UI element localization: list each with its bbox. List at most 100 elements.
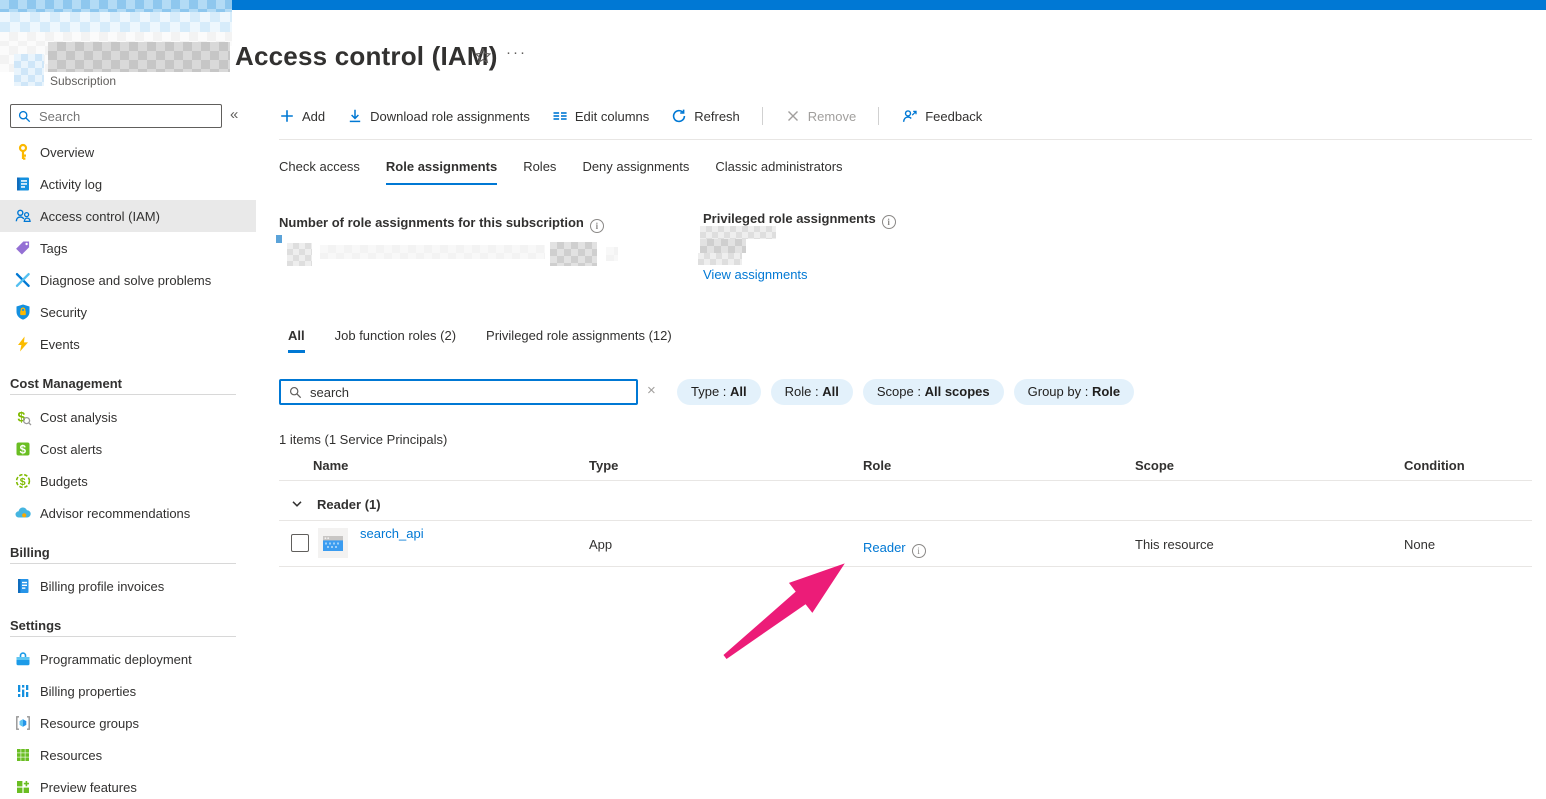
clear-search-icon[interactable]: × (647, 382, 656, 399)
items-count: 1 items (1 Service Principals) (279, 432, 447, 447)
pill-value: All scopes (925, 384, 990, 399)
pill-separator: : (719, 384, 730, 399)
feedback-person-icon (901, 108, 918, 124)
row-role-cell: Reader (863, 540, 926, 558)
subtab-privileged-role-assignments[interactable]: Privileged role assignments (12) (486, 328, 672, 353)
divider (10, 563, 236, 564)
download-role-assignments-button[interactable]: Download role assignments (347, 108, 530, 124)
sidebar-item-label: Tags (40, 241, 67, 256)
redacted-mark (606, 247, 618, 261)
pill-separator: : (811, 384, 822, 399)
sidebar-search-box[interactable] (10, 104, 222, 128)
title-text: Privileged role assignments (703, 211, 876, 226)
redacted-subscription-name (48, 42, 230, 72)
preview-features-icon (14, 778, 32, 796)
sidebar-item-billing-properties[interactable]: Billing properties (0, 675, 256, 707)
svg-text:$: $ (20, 476, 26, 488)
role-link[interactable]: Reader (863, 540, 906, 555)
sidebar-item-label: Access control (IAM) (40, 209, 160, 224)
toolbar-divider (878, 107, 879, 125)
filter-pill-role[interactable]: Role : All (771, 379, 853, 405)
column-header-scope[interactable]: Scope (1135, 458, 1174, 473)
sidebar-item-activity-log[interactable]: Activity log (0, 168, 256, 200)
remove-button[interactable]: Remove (785, 108, 856, 124)
collapse-sidebar-icon[interactable]: « (230, 106, 238, 123)
access-control-icon (14, 207, 32, 225)
sidebar-item-cost-alerts[interactable]: $ Cost alerts (0, 433, 256, 465)
sidebar-item-overview[interactable]: Overview (0, 136, 256, 168)
divider (10, 636, 236, 637)
button-label: Feedback (925, 109, 982, 124)
sidebar-item-advisor-recommendations[interactable]: Advisor recommendations (0, 497, 256, 529)
sidebar-item-diagnose[interactable]: Diagnose and solve problems (0, 264, 256, 296)
info-icon[interactable] (912, 544, 926, 558)
row-condition-cell: None (1404, 537, 1435, 552)
toolbar-divider-line (279, 139, 1532, 140)
filter-pill-scope[interactable]: Scope : All scopes (863, 379, 1004, 405)
sidebar-item-access-control-iam[interactable]: Access control (IAM) (0, 200, 256, 232)
info-icon[interactable] (590, 219, 604, 233)
assignment-search-input[interactable] (308, 384, 636, 401)
pill-value: All (730, 384, 747, 399)
shield-lock-icon (14, 303, 32, 321)
subtab-job-function-roles[interactable]: Job function roles (2) (335, 328, 456, 353)
button-label: Download role assignments (370, 109, 530, 124)
sliders-icon (14, 682, 32, 700)
add-button[interactable]: Add (279, 108, 325, 124)
row-checkbox[interactable] (291, 534, 309, 552)
filter-pill-type[interactable]: Type : All (677, 379, 761, 405)
pill-label: Type (691, 384, 719, 399)
pill-separator: : (914, 384, 925, 399)
more-actions-icon[interactable]: ··· (506, 44, 527, 61)
pill-separator: : (1081, 384, 1092, 399)
button-label: Refresh (694, 109, 740, 124)
sidebar-search-input[interactable] (37, 108, 221, 125)
button-label: Edit columns (575, 109, 649, 124)
principal-name-link[interactable]: search_api (360, 526, 424, 541)
sidebar-item-billing-profile-invoices[interactable]: Billing profile invoices (0, 570, 256, 602)
tab-roles[interactable]: Roles (523, 159, 556, 185)
toolbar-divider (762, 107, 763, 125)
sidebar-item-label: Billing properties (40, 684, 136, 699)
header-divider-line (279, 480, 1532, 481)
redacted-progress-bar (320, 245, 545, 259)
view-assignments-link[interactable]: View assignments (703, 267, 808, 282)
plus-icon (279, 108, 295, 124)
sidebar-item-budgets[interactable]: $ Budgets (0, 465, 256, 497)
sidebar-item-label: Resources (40, 748, 102, 763)
group-row-label[interactable]: Reader (1) (317, 497, 381, 512)
edit-columns-button[interactable]: Edit columns (552, 108, 649, 124)
sidebar-item-programmatic-deployment[interactable]: Programmatic deployment (0, 643, 256, 675)
feedback-button[interactable]: Feedback (901, 108, 982, 124)
sidebar-item-resources[interactable]: Resources (0, 739, 256, 771)
refresh-button[interactable]: Refresh (671, 108, 740, 124)
redacted-subscription-icon (14, 54, 44, 86)
group-collapse-chevron[interactable] (291, 498, 303, 513)
assignment-search-box[interactable] (279, 379, 638, 405)
tab-check-access[interactable]: Check access (279, 159, 360, 185)
sidebar-item-events[interactable]: Events (0, 328, 256, 360)
role-count-title: Number of role assignments for this subs… (279, 215, 604, 233)
sidebar-item-preview-features[interactable]: Preview features (0, 771, 256, 799)
sidebar-item-tags[interactable]: Tags (0, 232, 256, 264)
sidebar-item-security[interactable]: Security (0, 296, 256, 328)
info-icon[interactable] (882, 215, 896, 229)
tab-role-assignments[interactable]: Role assignments (386, 159, 497, 185)
remove-x-icon (785, 108, 801, 124)
tab-deny-assignments[interactable]: Deny assignments (582, 159, 689, 185)
column-header-role[interactable]: Role (863, 458, 891, 473)
column-header-name[interactable]: Name (313, 458, 348, 473)
sidebar-item-cost-analysis[interactable]: $ Cost analysis (0, 401, 256, 433)
subtab-all[interactable]: All (288, 328, 305, 353)
refresh-icon (671, 108, 687, 124)
sidebar-item-label: Cost analysis (40, 410, 117, 425)
pill-label: Group by (1028, 384, 1081, 399)
favorite-star-icon[interactable] (474, 47, 492, 68)
sidebar-item-label: Cost alerts (40, 442, 102, 457)
sidebar-item-resource-groups[interactable]: Resource groups (0, 707, 256, 739)
column-header-condition[interactable]: Condition (1404, 458, 1465, 473)
filter-pill-group-by[interactable]: Group by : Role (1014, 379, 1135, 405)
tab-classic-administrators[interactable]: Classic administrators (715, 159, 842, 185)
sidebar-item-label: Resource groups (40, 716, 139, 731)
column-header-type[interactable]: Type (589, 458, 618, 473)
